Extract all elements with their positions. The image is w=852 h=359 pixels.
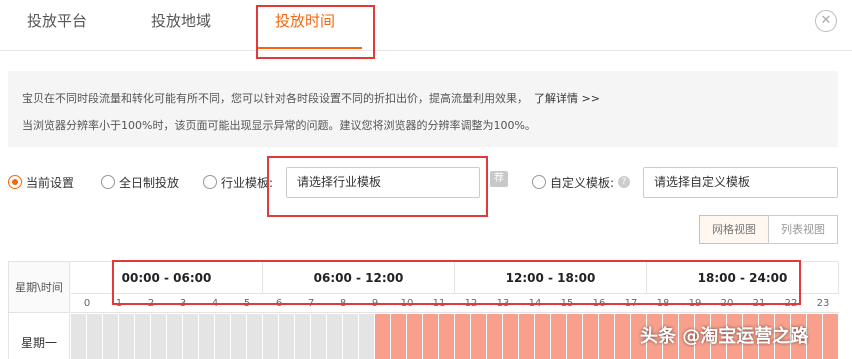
learn-more-link[interactable]: 了解详情 >>	[534, 92, 600, 105]
radio-unchecked-icon	[203, 175, 217, 189]
notice-line-1: 宝贝在不同时段流量和转化可能有所不同，您可以针对各时段设置不同的折扣出价，提高流…	[22, 90, 600, 106]
time-range-annotation-box	[112, 260, 801, 305]
time-slot-cell[interactable]	[423, 314, 439, 359]
custom-template-select[interactable]: 请选择自定义模板	[643, 167, 838, 198]
time-slot-cell[interactable]	[375, 314, 391, 359]
time-slot-cell[interactable]	[183, 314, 199, 359]
time-slot-cell[interactable]	[407, 314, 423, 359]
time-slot-cell[interactable]	[247, 314, 263, 359]
time-slot-cell[interactable]	[295, 314, 311, 359]
grid-corner-header: 星期\时间	[9, 262, 70, 313]
radio-all-day-label: 全日制投放	[119, 175, 180, 190]
time-slot-cell[interactable]	[119, 314, 135, 359]
time-slot-cell[interactable]	[151, 314, 167, 359]
radio-current-label: 当前设置	[26, 175, 75, 190]
radio-industry-template[interactable]: 行业模板:	[203, 174, 273, 190]
time-slot-cell[interactable]	[343, 314, 359, 359]
radio-industry-label: 行业模板:	[221, 175, 274, 190]
tab-region[interactable]: 投放地域	[151, 0, 211, 51]
list-view-button[interactable]: 列表视图	[768, 215, 838, 244]
time-slot-cell[interactable]	[199, 314, 215, 359]
time-slot-cell[interactable]	[167, 314, 183, 359]
time-slot-cell[interactable]	[471, 314, 487, 359]
time-slot-cell[interactable]	[535, 314, 551, 359]
help-icon[interactable]: ?	[618, 176, 631, 188]
time-slot-cell[interactable]	[87, 314, 103, 359]
time-slot-cell[interactable]	[823, 314, 839, 359]
time-slot-cell[interactable]	[231, 314, 247, 359]
time-slot-cell[interactable]	[359, 314, 375, 359]
notice-text-1: 宝贝在不同时段流量和转化可能有所不同，您可以针对各时段设置不同的折扣出价，提高流…	[22, 92, 528, 105]
tab-platform[interactable]: 投放平台	[27, 0, 87, 51]
radio-all-day[interactable]: 全日制投放	[101, 174, 179, 190]
time-slot-cell[interactable]	[487, 314, 503, 359]
time-slot-cell[interactable]	[103, 314, 119, 359]
radio-current-setting[interactable]: 当前设置	[8, 174, 74, 190]
hour-header: 23	[807, 295, 839, 313]
radio-unchecked-icon	[101, 175, 115, 189]
time-slot-cell[interactable]	[599, 314, 615, 359]
time-slot-cell[interactable]	[455, 314, 471, 359]
radio-custom-template[interactable]: 自定义模板: ?	[532, 174, 631, 190]
row-label-monday: 星期一	[9, 314, 70, 359]
time-slot-cell[interactable]	[583, 314, 599, 359]
time-slot-cell[interactable]	[279, 314, 295, 359]
radio-unchecked-icon	[532, 175, 546, 189]
radio-custom-label: 自定义模板:	[550, 175, 615, 190]
time-slot-cell[interactable]	[215, 314, 231, 359]
time-slot-cell[interactable]	[567, 314, 583, 359]
watermark: 头条 @淘宝运营之路	[640, 326, 809, 347]
notice-line-2: 当浏览器分辨率小于100%时，该页面可能出现显示异常的问题。建议您将浏览器的分辨…	[22, 119, 536, 132]
industry-annotation-box	[267, 156, 488, 217]
info-notice: 宝贝在不同时段流量和转化可能有所不同，您可以针对各时段设置不同的折扣出价，提高流…	[8, 71, 838, 147]
time-slot-cell[interactable]	[615, 314, 631, 359]
time-slot-cell[interactable]	[71, 314, 87, 359]
grid-view-button[interactable]: 网格视图	[699, 215, 769, 244]
time-slot-cell[interactable]	[327, 314, 343, 359]
recommend-icon[interactable]: 荐	[490, 171, 508, 187]
time-slot-cell[interactable]	[263, 314, 279, 359]
radio-checked-icon	[8, 175, 22, 189]
tab-annotation-box	[256, 5, 375, 59]
time-slot-cell[interactable]	[503, 314, 519, 359]
close-icon[interactable]: ✕	[815, 10, 837, 32]
time-slot-cell[interactable]	[135, 314, 151, 359]
time-slot-cell[interactable]	[391, 314, 407, 359]
tab-bar: 投放平台 投放地域 投放时间	[0, 0, 852, 51]
hour-header: 0	[71, 295, 103, 313]
time-slot-cell[interactable]	[439, 314, 455, 359]
time-slot-cell[interactable]	[807, 314, 823, 359]
time-slot-cell[interactable]	[311, 314, 327, 359]
time-slot-cell[interactable]	[519, 314, 535, 359]
time-slot-cell[interactable]	[551, 314, 567, 359]
